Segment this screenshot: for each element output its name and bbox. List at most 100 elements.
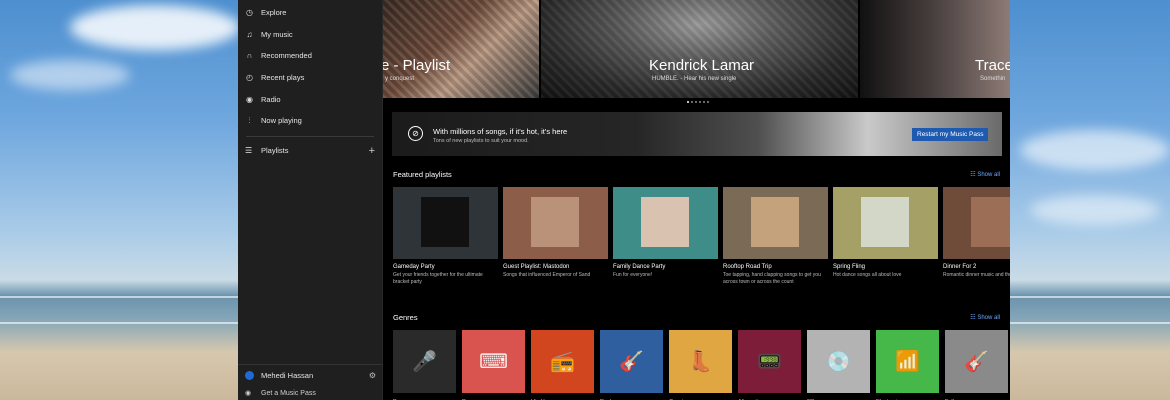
equalizer-icon: ⫶ bbox=[248, 115, 251, 125]
carousel-dot[interactable] bbox=[699, 101, 701, 103]
playlist-description: Romantic dinner music and the mood with … bbox=[943, 272, 1010, 278]
sidebar-item-radio[interactable]: ◉ Radio bbox=[238, 88, 382, 110]
sidebar-item-now-playing[interactable]: ⫶ Now playing bbox=[238, 110, 382, 132]
featured-playlist-tile[interactable]: Spring Fling Hot dance songs all about lo… bbox=[833, 187, 938, 286]
get-music-pass-link[interactable]: ◉ Get a Music Pass bbox=[238, 386, 383, 400]
sidebar-item-recent-plays[interactable]: ◴ Recent plays bbox=[238, 67, 382, 89]
cloud bbox=[10, 60, 130, 90]
sidebar-item-recommended[interactable]: ∩ Recommended bbox=[238, 45, 382, 67]
hero-title: e - Playlist bbox=[383, 57, 451, 74]
settings-gear-icon[interactable]: ⚙ bbox=[369, 371, 376, 380]
radio-icon: ◉ bbox=[246, 94, 253, 104]
featured-playlist-tile[interactable]: Guest Playlist: Mastodon Songs that influ… bbox=[503, 187, 608, 286]
playlist-description: Toe tapping, hand clapping songs to get … bbox=[723, 272, 821, 285]
amplifier-icon: 📟 bbox=[757, 351, 782, 373]
genres-row: 🎤Pop⌨R📻Hip Hop🎸Rock👢Country📟Alternative💿… bbox=[393, 330, 1008, 400]
user-account[interactable]: Mehedi Hassan ⚙ bbox=[238, 364, 383, 386]
sidebar-footer: Mehedi Hassan ⚙ ◉ Get a Music Pass bbox=[238, 364, 383, 400]
user-name: Mehedi Hassan bbox=[261, 371, 314, 380]
cover-photo bbox=[751, 197, 799, 247]
carousel-dot[interactable] bbox=[707, 101, 709, 103]
genres-show-all-link[interactable]: ☷ Show all bbox=[970, 314, 1000, 321]
playlist-name: Dinner For 2 bbox=[943, 264, 977, 270]
cloud bbox=[70, 5, 240, 50]
groove-music-window: ◷ Explore ♫ My music ∩ Recommended ◴ Recent pla… bbox=[238, 0, 1010, 400]
playlist-cover bbox=[393, 187, 498, 259]
hero-slide-playlist[interactable]: e - Playlist y conquest bbox=[383, 0, 539, 98]
featured-playlist-tile[interactable]: Gameday Party Get your friends together f… bbox=[393, 187, 498, 286]
genre-tile[interactable]: 📻Hip Hop bbox=[531, 330, 594, 400]
restart-music-pass-button[interactable]: Restart my Music Pass bbox=[912, 128, 989, 141]
hero-subtitle: HUMBLE. - Hear his new single bbox=[652, 76, 737, 82]
featured-playlists-heading: Featured playlists bbox=[393, 170, 452, 179]
microphone-icon: 🎤 bbox=[412, 351, 437, 373]
add-playlist-button[interactable]: + bbox=[369, 145, 375, 157]
cover-photo bbox=[421, 197, 469, 247]
sidebar-divider bbox=[246, 135, 374, 137]
playlist-cover bbox=[613, 187, 718, 259]
avatar bbox=[245, 371, 254, 380]
sidebar-item-playlists[interactable]: ☰ Playlists + bbox=[238, 141, 382, 161]
music-note-icon: ♫ bbox=[246, 29, 253, 39]
featured-playlist-tile[interactable]: Dinner For 2 Romantic dinner music and th… bbox=[943, 187, 1010, 286]
genre-tile[interactable]: 👢Country bbox=[669, 330, 732, 400]
carousel-dot[interactable] bbox=[703, 101, 705, 103]
cloud bbox=[1020, 130, 1170, 170]
playlist-name: Rooftop Road Trip bbox=[723, 264, 772, 270]
genre-tile[interactable]: 💿90's bbox=[807, 330, 870, 400]
playlist-name: Family Dance Party bbox=[613, 264, 666, 270]
genre-tile[interactable]: 📶Electronic bbox=[876, 330, 939, 400]
music-pass-banner: ⊘ With millions of songs, if it's hot, i… bbox=[392, 112, 1002, 156]
featured-show-all-link[interactable]: ☷ Show all bbox=[970, 171, 1000, 178]
sidebar-item-label: Now playing bbox=[261, 116, 302, 126]
sidebar-item-label: Radio bbox=[261, 94, 281, 104]
featured-playlist-tile[interactable]: Rooftop Road Trip Toe tapping, hand clapp… bbox=[723, 187, 828, 286]
boot-icon: 👢 bbox=[688, 351, 713, 373]
playlist-description: Songs that influenced Emperor of Sand bbox=[503, 272, 591, 278]
promo-title: With millions of songs, if it's hot, it'… bbox=[433, 127, 568, 136]
playlist-cover bbox=[503, 187, 608, 259]
genre-tile[interactable]: ⌨R bbox=[462, 330, 525, 400]
playlist-name: Spring Fling bbox=[833, 264, 866, 270]
list-icon: ☰ bbox=[245, 146, 253, 156]
hero-slide-trace[interactable]: Trace Somethin bbox=[860, 0, 1010, 98]
cover-photo bbox=[861, 197, 909, 247]
hero-subtitle: y conquest bbox=[385, 76, 415, 82]
sidebar-item-label: Recommended bbox=[261, 51, 312, 61]
playlist-cover bbox=[723, 187, 828, 259]
playlist-cover bbox=[943, 187, 1010, 259]
cover-photo bbox=[641, 197, 689, 247]
guitar-icon: 🎸 bbox=[619, 351, 644, 373]
acoustic-guitar-icon: 🎸 bbox=[964, 351, 989, 373]
nav-list: ◷ Explore ♫ My music ∩ Recommended ◴ Recent pla… bbox=[238, 0, 382, 132]
featured-playlist-tile[interactable]: Family Dance Party Fun for everyone! bbox=[613, 187, 718, 286]
cover-photo bbox=[971, 197, 1010, 247]
carousel-dot[interactable] bbox=[687, 101, 689, 103]
headphones-icon: ∩ bbox=[246, 51, 253, 61]
carousel-dot[interactable] bbox=[691, 101, 693, 103]
hero-image bbox=[541, 0, 858, 98]
clock-icon: ◴ bbox=[246, 73, 253, 83]
hero-slide-kendrick-lamar[interactable]: Kendrick Lamar HUMBLE. - Hear his new si… bbox=[541, 0, 858, 98]
hero-title: Kendrick Lamar bbox=[649, 57, 755, 74]
promo-subtitle: Tons of new playlists to suit your mood. bbox=[433, 138, 529, 144]
playlist-description: Fun for everyone! bbox=[613, 272, 653, 278]
sidebar-item-explore[interactable]: ◷ Explore bbox=[238, 2, 382, 24]
compass-icon: ◷ bbox=[246, 8, 253, 18]
playlists-label: Playlists bbox=[261, 146, 289, 156]
featured-playlists-row: Gameday Party Get your friends together f… bbox=[393, 187, 1010, 286]
sidebar-item-my-music[interactable]: ♫ My music bbox=[238, 24, 382, 46]
hero-subtitle: Somethin bbox=[980, 76, 1006, 82]
boombox-icon: 📻 bbox=[550, 351, 575, 373]
playlist-description: Get your friends together for the ultima… bbox=[393, 272, 483, 285]
genre-tile[interactable]: 🎸Folk bbox=[945, 330, 1008, 400]
genre-tile[interactable]: 🎤Pop bbox=[393, 330, 456, 400]
carousel-dot[interactable] bbox=[695, 101, 697, 103]
show-all-label: Show all bbox=[977, 172, 1000, 178]
genre-tile[interactable]: 🎸Rock bbox=[600, 330, 663, 400]
carousel-indicator[interactable] bbox=[687, 101, 709, 103]
genre-tile[interactable]: 📟Alternative bbox=[738, 330, 801, 400]
get-music-pass-label: Get a Music Pass bbox=[261, 389, 316, 397]
equalizer-icon: 📶 bbox=[895, 351, 920, 373]
playlist-description: Hot dance songs all about love bbox=[833, 272, 902, 278]
